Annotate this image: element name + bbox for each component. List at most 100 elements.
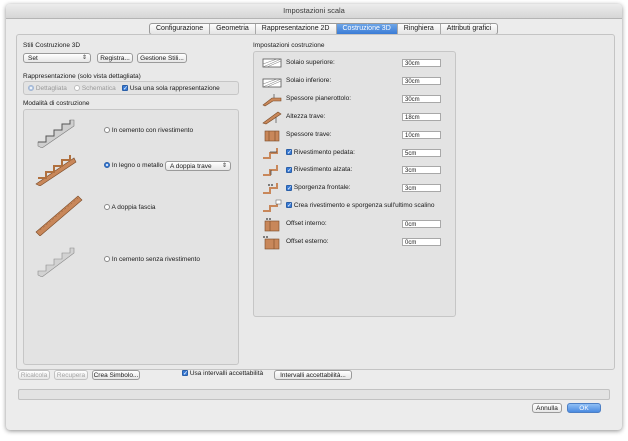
impostazioni-field[interactable]: 18cm (402, 112, 441, 121)
trave-popup[interactable]: A doppia trave ⇕ (165, 161, 231, 171)
ultimo-scalino-icon (263, 199, 282, 213)
impostazioni-row: ✓ Sporgenza frontale: 3cm (254, 181, 455, 195)
impostazioni-label-text: Offset esterno: (286, 238, 329, 245)
trave-value: A doppia trave (170, 163, 212, 170)
impostazioni-label[interactable]: ✓ Rivestimento pedata: (286, 149, 355, 156)
impostazioni-field[interactable]: 5cm (402, 148, 441, 157)
impostazioni-checkbox: ✓ (286, 148, 293, 156)
impostazioni-label-text: Sporgenza frontale: (293, 184, 351, 192)
impostazioni-label-text: Crea rivestimento e sporgenza sull'ultim… (293, 202, 435, 210)
impostazioni-label: Spessore trave: (286, 131, 332, 138)
tab-3[interactable]: Costruzione 3D (336, 24, 398, 34)
modalita-radio-2 (104, 162, 110, 169)
impostazioni-row: Solaio inferiore: 30cm (254, 74, 455, 88)
impostazioni-checkbox: ✓ (286, 202, 293, 210)
impostazioni-label-text: Altezza trave: (286, 112, 326, 120)
rivestimento-alzata-icon (263, 165, 278, 177)
modalita-label-4: In cemento senza rivestimento (111, 256, 200, 263)
usa-sola-option[interactable]: ✓ Usa una sola rappresentazione (122, 85, 220, 92)
intervalli-accettabilita-button[interactable]: Intervalli accettabilità... (274, 370, 352, 380)
offset-esterno-icon (263, 236, 280, 250)
impostazioni-field[interactable]: 3cm (402, 184, 441, 193)
modalita-option-4[interactable]: In cemento senza rivestimento (104, 256, 200, 263)
impostazioni-label-text: Offset interno: (286, 220, 327, 228)
crea-simbolo-button[interactable]: Crea Simbolo... (92, 370, 140, 380)
tab-4[interactable]: Ringhiera (398, 24, 441, 34)
impostazioni-field[interactable]: 30cm (402, 94, 441, 103)
pianerottolo-icon (262, 93, 282, 107)
ricalcola-button[interactable]: Ricalcola (18, 370, 50, 380)
modalita-option-1[interactable]: In cemento con rivestimento (104, 127, 193, 134)
offset-interno-icon (264, 218, 280, 232)
tab-2[interactable]: Rappresentazione 2D (256, 24, 337, 34)
set-popup[interactable]: Set ⇕ (23, 53, 91, 63)
dettagliata-option[interactable]: Dettagliata (28, 85, 67, 92)
tab-5[interactable]: Attributi grafici (441, 24, 497, 34)
registra-button[interactable]: Registra... (97, 53, 133, 63)
impostazioni-field[interactable]: 30cm (402, 59, 441, 67)
modalita-radio-1 (104, 127, 110, 134)
tab-0[interactable]: Configurazione (150, 24, 211, 34)
impostazioni-label[interactable]: ✓ Crea rivestimento e sporgenza sull'ult… (286, 202, 435, 209)
usa-intervalli-checkbox: ✓ (182, 370, 189, 378)
settings-window: Impostazioni scala Configurazione Geometr… (6, 4, 622, 430)
schematica-radio (74, 85, 80, 92)
rappresentazione-title: Rappresentazione (solo vista dettagliata… (23, 73, 141, 80)
impostazioni-label[interactable]: ✓ Sporgenza frontale: (286, 184, 351, 192)
impostazioni-row: Offset interno: 0cm (254, 217, 455, 232)
impostazioni-checkbox: ✓ (286, 184, 293, 192)
modalita-label-1: In cemento con rivestimento (111, 127, 194, 134)
sporgenza-frontale-icon (263, 183, 278, 195)
impostazioni-label: Offset esterno: (286, 238, 329, 245)
spessore-trave-icon (264, 130, 280, 141)
modalita-label-3: A doppia fascia (111, 204, 156, 211)
tab-1[interactable]: Geometria (210, 24, 256, 34)
modalita-option-3[interactable]: A doppia fascia (104, 204, 156, 211)
solaio-superiore-icon (262, 58, 282, 68)
modalita-title: Modalità di costruzione (23, 100, 90, 107)
impostazioni-field[interactable]: 3cm (402, 166, 441, 175)
usa-intervalli-label: Usa intervalli accettabilità (189, 370, 264, 377)
progress-bar (18, 389, 610, 400)
modalita-option-2[interactable]: In legno o metallo (104, 162, 163, 169)
rappresentazione-group: Dettagliata Schematica ✓ Usa una sola ra… (23, 81, 239, 95)
ok-button[interactable]: OK (567, 403, 601, 413)
cemento-senza-rivestimento-icon (37, 247, 75, 277)
impostazioni-label-text: Spessore trave: (286, 130, 332, 138)
rivestimento-pedata-icon (263, 147, 278, 159)
impostazioni-row: ✓ Crea rivestimento e sporgenza sull'ult… (254, 199, 455, 213)
impostazioni-title: Impostazioni costruzione (253, 42, 325, 49)
impostazioni-label-text: Solaio superiore: (286, 59, 335, 66)
annulla-button[interactable]: Annulla (532, 403, 562, 413)
modalita-label-2: In legno o metallo (111, 162, 164, 169)
impostazioni-label[interactable]: ✓ Rivestimento alzata: (286, 166, 352, 174)
altezza-trave-icon (262, 111, 282, 125)
tab-content: Stili Costruzione 3D Set ⇕ Registra... G… (16, 34, 615, 370)
modalita-radio-3 (104, 204, 110, 211)
impostazioni-field[interactable]: 0cm (402, 238, 441, 246)
impostazioni-row: Spessore trave: 10cm (254, 128, 455, 142)
window-title: Impostazioni scala (6, 4, 622, 19)
impostazioni-field[interactable]: 0cm (402, 220, 441, 229)
usa-sola-checkbox: ✓ (122, 85, 129, 93)
dettagliata-label: Dettagliata (35, 85, 67, 92)
impostazioni-row: Solaio superiore: 30cm (254, 56, 455, 70)
impostazioni-field[interactable]: 10cm (402, 130, 441, 139)
impostazioni-label: Offset interno: (286, 220, 327, 227)
schematica-label: Schematica (81, 85, 116, 92)
recupera-button[interactable]: Recupera (54, 370, 88, 380)
impostazioni-label: Altezza trave: (286, 113, 325, 120)
impostazioni-row: Offset esterno: 0cm (254, 235, 455, 250)
impostazioni-group: Solaio superiore: 30cm Solaio inferiore: 30… (253, 51, 456, 317)
impostazioni-field[interactable]: 30cm (402, 76, 441, 85)
usa-intervalli-option[interactable]: ✓ Usa intervalli accettabilità (182, 370, 263, 377)
schematica-option[interactable]: Schematica (74, 85, 116, 92)
gestione-stili-button[interactable]: Gestione Stili... (137, 53, 187, 63)
tab-bar: Configurazione Geometria Rappresentazione … (6, 23, 622, 35)
popup-arrows-icon: ⇕ (221, 163, 227, 169)
modalita-group: In cemento con rivestimento In legno o m… (23, 109, 239, 365)
doppia-fascia-icon (35, 195, 83, 236)
impostazioni-row: Spessore pianerottolo: 30cm (254, 92, 455, 107)
impostazioni-row: ✓ Rivestimento pedata: 5cm (254, 146, 455, 160)
set-value: Set (28, 55, 38, 62)
